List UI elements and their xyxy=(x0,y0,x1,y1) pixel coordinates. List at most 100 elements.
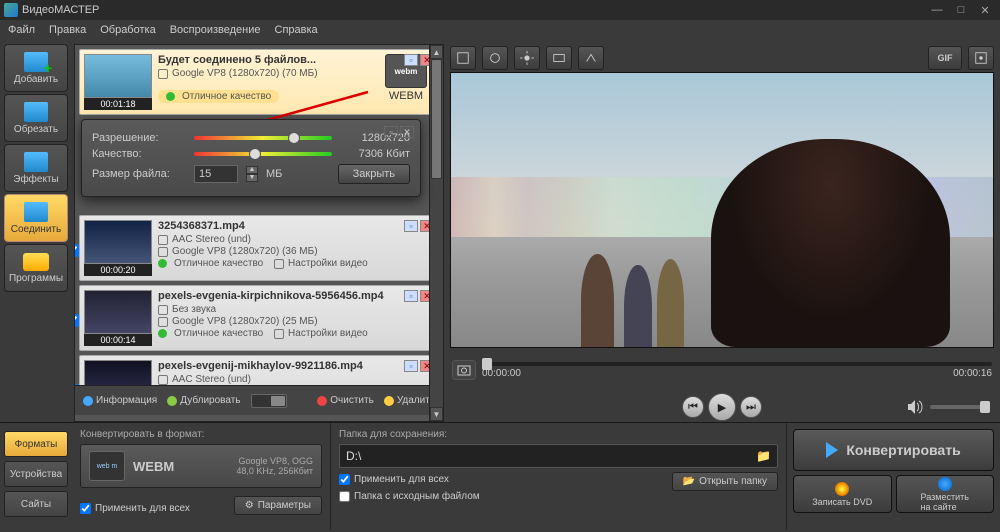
file-codec: Google VP8 (1280x720) (25 МБ) xyxy=(172,316,318,327)
quality-dot-icon xyxy=(166,92,175,101)
file-list-panel: 00:01:18 Будет соединено 5 файлов... Goo… xyxy=(74,44,444,422)
file-checkbox[interactable] xyxy=(75,244,79,257)
file-item[interactable]: 00:00:14 pexels-evgenij-mikhaylov-992118… xyxy=(79,355,439,385)
convert-to-label: Конвертировать в формат: xyxy=(80,429,322,440)
item-expand-button[interactable]: ▫ xyxy=(404,54,418,66)
convert-button[interactable]: Конвертировать xyxy=(793,429,994,471)
thumbnail xyxy=(84,360,152,385)
browse-folder-icon[interactable]: 📁 xyxy=(756,449,771,463)
minimize-button[interactable]: — xyxy=(926,2,948,18)
speaker-icon xyxy=(158,375,168,385)
speed-button[interactable] xyxy=(578,46,604,70)
filesize-label: Размер файла: xyxy=(92,168,186,180)
file-checkbox[interactable] xyxy=(75,384,79,385)
sidebar-trim-label: Обрезать xyxy=(14,124,58,135)
popup-close-button[interactable]: Закрыть xyxy=(338,164,410,184)
seek-bar[interactable]: 00:00:0000:00:16 xyxy=(482,362,992,379)
duplicate-icon xyxy=(167,396,177,406)
sidebar-programs-label: Программы xyxy=(9,273,63,284)
filesize-input[interactable] xyxy=(194,165,238,183)
file-settings-link[interactable]: Настройки видео xyxy=(288,258,368,269)
publish-button[interactable]: Разместитьна сайте xyxy=(896,475,995,513)
file-item[interactable]: 00:00:20 3254368371.mp4 AAC Stereo (und)… xyxy=(79,215,439,281)
quality-dot-icon xyxy=(158,259,167,268)
time-total: 00:00:16 xyxy=(953,368,992,379)
scroll-down-button[interactable]: ▼ xyxy=(430,407,443,421)
speaker-icon xyxy=(158,235,168,245)
menu-help[interactable]: Справка xyxy=(275,24,318,36)
maximize-button[interactable]: □ xyxy=(950,2,972,18)
folder-icon: 📂 xyxy=(683,476,695,487)
globe-icon xyxy=(938,477,952,491)
file-settings-link[interactable]: Настройки видео xyxy=(288,328,368,339)
clear-button[interactable]: Очистить xyxy=(317,395,374,406)
menu-playback[interactable]: Воспроизведение xyxy=(170,24,261,36)
menu-file[interactable]: Файл xyxy=(8,24,35,36)
file-quality: Отличное качество xyxy=(174,258,263,269)
duplicate-button[interactable]: Дублировать xyxy=(167,395,240,406)
file-audio: AAC Stereo (und) xyxy=(172,374,251,385)
gif-button[interactable]: GIF xyxy=(928,46,962,70)
file-item-merged[interactable]: 00:01:18 Будет соединено 5 файлов... Goo… xyxy=(79,49,439,115)
prev-button[interactable]: ⏮ xyxy=(682,396,704,418)
tab-sites[interactable]: Сайты xyxy=(4,491,68,517)
view-toggle[interactable] xyxy=(251,394,287,408)
resolution-slider[interactable] xyxy=(194,136,332,140)
next-button[interactable]: ⏭ xyxy=(740,396,762,418)
crop-button[interactable] xyxy=(450,46,476,70)
source-folder-checkbox[interactable]: Папка с исходным файлом xyxy=(339,491,778,502)
file-list-scrollbar[interactable]: ▲ ▼ xyxy=(429,45,443,421)
popup-close-x-button[interactable]: ✕ xyxy=(400,126,414,138)
format-selector[interactable]: web m WEBM Google VP8, OGG 48,0 KHz, 256… xyxy=(80,444,322,488)
filesize-up-button[interactable]: ▲ xyxy=(246,166,258,174)
sidebar-join-button[interactable]: Соединить xyxy=(4,194,68,242)
save-path-field[interactable]: D:\ 📁 xyxy=(339,444,778,468)
film-icon xyxy=(158,69,168,79)
file-audio: Без звука xyxy=(172,304,216,315)
webm-icon: web m xyxy=(89,451,125,481)
apply-all-checkbox[interactable]: Применить для всех xyxy=(80,503,190,514)
sidebar-trim-button[interactable]: Обрезать xyxy=(4,94,68,142)
scroll-thumb[interactable] xyxy=(431,59,442,179)
file-item[interactable]: 00:00:14 pexels-evgenia-kirpichnikova-59… xyxy=(79,285,439,351)
popup-expand-button[interactable]: ▫ xyxy=(384,126,398,138)
burn-dvd-button[interactable]: Записать DVD xyxy=(793,475,892,513)
open-folder-button[interactable]: 📂Открыть папку xyxy=(672,472,778,491)
sidebar-effects-button[interactable]: Эффекты xyxy=(4,144,68,192)
params-button[interactable]: ⚙Параметры xyxy=(234,496,322,515)
item-expand-button[interactable]: ▫ xyxy=(404,220,418,232)
menu-process[interactable]: Обработка xyxy=(100,24,155,36)
quality-slider[interactable] xyxy=(194,152,332,156)
duration-badge: 00:00:14 xyxy=(84,334,152,346)
filesize-down-button[interactable]: ▼ xyxy=(246,174,258,182)
tab-devices[interactable]: Устройства xyxy=(4,461,68,487)
gear-icon: ⚙ xyxy=(245,500,254,511)
delete-button[interactable]: Удалить xyxy=(384,395,435,406)
sidebar-programs-button[interactable]: Программы xyxy=(4,244,68,292)
add-icon xyxy=(24,52,48,72)
play-button[interactable]: ▶ xyxy=(708,393,736,421)
film-icon xyxy=(158,317,168,327)
close-button[interactable]: ✕ xyxy=(974,2,996,18)
item-expand-button[interactable]: ▫ xyxy=(404,290,418,302)
info-button[interactable]: Информация xyxy=(83,395,157,406)
sidebar-add-button[interactable]: Добавить xyxy=(4,44,68,92)
info-icon xyxy=(83,396,93,406)
scroll-up-button[interactable]: ▲ xyxy=(430,45,443,59)
snapshot-button[interactable] xyxy=(452,360,476,380)
format-name: WEBM xyxy=(133,459,174,474)
brightness-button[interactable] xyxy=(514,46,540,70)
tab-formats[interactable]: Форматы xyxy=(4,431,68,457)
text-button[interactable] xyxy=(546,46,572,70)
quality-settings-popup: ▫ ✕ Разрешение: 1280x720 Качество: 7306 … xyxy=(81,119,421,197)
rotate-button[interactable] xyxy=(482,46,508,70)
file-checkbox[interactable] xyxy=(75,314,79,327)
menu-edit[interactable]: Правка xyxy=(49,24,86,36)
volume-slider[interactable] xyxy=(930,405,990,409)
volume-icon[interactable] xyxy=(906,398,924,416)
item-expand-button[interactable]: ▫ xyxy=(404,360,418,372)
programs-icon xyxy=(23,253,49,271)
file-quality: Отличное качество xyxy=(182,91,271,102)
fullscreen-button[interactable] xyxy=(968,46,994,70)
video-preview[interactable] xyxy=(450,72,994,348)
